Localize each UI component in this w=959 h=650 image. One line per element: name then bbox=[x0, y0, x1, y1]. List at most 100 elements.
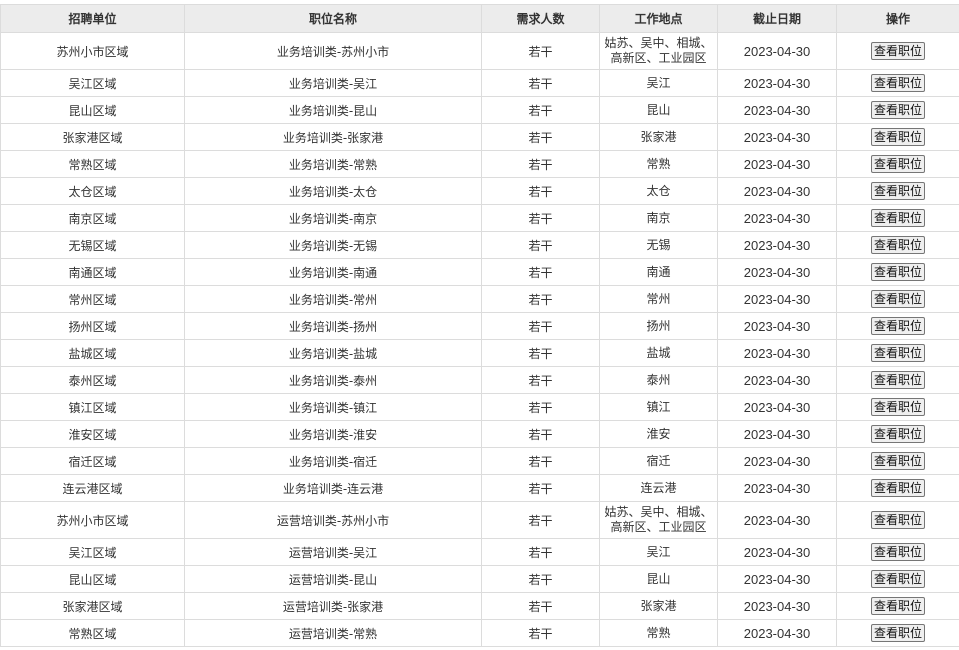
cell-action: 查看职位 bbox=[836, 474, 959, 502]
view-position-button[interactable]: 查看职位 bbox=[870, 398, 925, 416]
cell-action: 查看职位 bbox=[836, 231, 959, 259]
view-position-button[interactable]: 查看职位 bbox=[870, 597, 925, 615]
cell-unit: 太仓区域 bbox=[0, 177, 185, 205]
cell-unit: 昆山区域 bbox=[0, 96, 185, 124]
cell-position: 业务培训类-南京 bbox=[184, 204, 482, 232]
cell-count: 若干 bbox=[481, 339, 600, 367]
cell-location: 无锡 bbox=[599, 231, 718, 259]
view-position-button[interactable]: 查看职位 bbox=[870, 290, 925, 308]
location-line-2: 高新区、工业园区 bbox=[610, 520, 707, 534]
table-row: 宿迁区域 业务培训类-宿迁 若干 宿迁 2023-04-30 查看职位 bbox=[0, 447, 959, 475]
cell-position: 业务培训类-常熟 bbox=[184, 150, 482, 178]
cell-unit: 张家港区域 bbox=[0, 592, 185, 620]
cell-position: 业务培训类-南通 bbox=[184, 258, 482, 286]
view-position-button[interactable]: 查看职位 bbox=[870, 570, 925, 588]
cell-position: 业务培训类-无锡 bbox=[184, 231, 482, 259]
view-position-button[interactable]: 查看职位 bbox=[870, 479, 925, 497]
view-position-button[interactable]: 查看职位 bbox=[870, 624, 925, 642]
cell-unit: 无锡区域 bbox=[0, 231, 185, 259]
cell-count: 若干 bbox=[481, 565, 600, 593]
cell-position: 业务培训类-吴江 bbox=[184, 69, 482, 97]
cell-count: 若干 bbox=[481, 592, 600, 620]
header-deadline: 截止日期 bbox=[717, 4, 837, 33]
cell-position: 业务培训类-泰州 bbox=[184, 366, 482, 394]
cell-action: 查看职位 bbox=[836, 69, 959, 97]
cell-unit: 宿迁区域 bbox=[0, 447, 185, 475]
cell-unit: 张家港区域 bbox=[0, 123, 185, 151]
view-position-button[interactable]: 查看职位 bbox=[870, 452, 925, 470]
cell-location: 吴江 bbox=[599, 69, 718, 97]
cell-unit: 镇江区域 bbox=[0, 393, 185, 421]
cell-location: 泰州 bbox=[599, 366, 718, 394]
cell-location: 常熟 bbox=[599, 150, 718, 178]
cell-action: 查看职位 bbox=[836, 258, 959, 286]
table-row: 泰州区域 业务培训类-泰州 若干 泰州 2023-04-30 查看职位 bbox=[0, 366, 959, 394]
view-position-button[interactable]: 查看职位 bbox=[870, 317, 925, 335]
location-line-1: 姑苏、吴中、相城、 bbox=[604, 505, 713, 519]
view-position-button[interactable]: 查看职位 bbox=[870, 209, 925, 227]
location-line-1: 昆山 bbox=[646, 102, 671, 117]
header-action: 操作 bbox=[836, 4, 959, 33]
location-line-1: 吴江 bbox=[646, 544, 671, 559]
cell-location: 宿迁 bbox=[599, 447, 718, 475]
cell-unit: 扬州区域 bbox=[0, 312, 185, 340]
cell-count: 若干 bbox=[481, 123, 600, 151]
table-row: 镇江区域 业务培训类-镇江 若干 镇江 2023-04-30 查看职位 bbox=[0, 393, 959, 421]
view-position-button[interactable]: 查看职位 bbox=[870, 128, 925, 146]
location-line-1: 镇江 bbox=[646, 399, 671, 414]
location-line-1: 宿迁 bbox=[646, 453, 671, 468]
cell-location: 昆山 bbox=[599, 565, 718, 593]
table-row: 张家港区域 业务培训类-张家港 若干 张家港 2023-04-30 查看职位 bbox=[0, 123, 959, 151]
location-line-1: 常熟 bbox=[646, 625, 671, 640]
cell-count: 若干 bbox=[481, 501, 600, 539]
view-position-button[interactable]: 查看职位 bbox=[870, 344, 925, 362]
view-position-button[interactable]: 查看职位 bbox=[870, 511, 925, 529]
location-line-1: 无锡 bbox=[646, 237, 671, 252]
location-line-1: 太仓 bbox=[646, 183, 671, 198]
cell-count: 若干 bbox=[481, 96, 600, 124]
view-position-button[interactable]: 查看职位 bbox=[870, 425, 925, 443]
cell-deadline: 2023-04-30 bbox=[717, 312, 837, 340]
header-unit: 招聘单位 bbox=[0, 4, 185, 33]
cell-count: 若干 bbox=[481, 258, 600, 286]
table-row: 扬州区域 业务培训类-扬州 若干 扬州 2023-04-30 查看职位 bbox=[0, 312, 959, 340]
table-row: 南京区域 业务培训类-南京 若干 南京 2023-04-30 查看职位 bbox=[0, 204, 959, 232]
cell-position: 业务培训类-盐城 bbox=[184, 339, 482, 367]
cell-unit: 昆山区域 bbox=[0, 565, 185, 593]
cell-position: 业务培训类-淮安 bbox=[184, 420, 482, 448]
view-position-button[interactable]: 查看职位 bbox=[870, 42, 925, 60]
location-line-1: 常州 bbox=[646, 291, 671, 306]
location-line-2: 高新区、工业园区 bbox=[610, 51, 707, 65]
cell-unit: 南通区域 bbox=[0, 258, 185, 286]
cell-count: 若干 bbox=[481, 312, 600, 340]
location-line-1: 淮安 bbox=[646, 426, 671, 441]
table-row: 吴江区域 运营培训类-吴江 若干 吴江 2023-04-30 查看职位 bbox=[0, 538, 959, 566]
location-line-1: 张家港 bbox=[640, 129, 677, 144]
cell-action: 查看职位 bbox=[836, 177, 959, 205]
location-line-1: 南京 bbox=[646, 210, 671, 225]
header-position: 职位名称 bbox=[184, 4, 482, 33]
cell-location: 姑苏、吴中、相城、 高新区、工业园区 bbox=[599, 32, 718, 70]
cell-count: 若干 bbox=[481, 366, 600, 394]
location-line-1: 常熟 bbox=[646, 156, 671, 171]
table-row: 盐城区域 业务培训类-盐城 若干 盐城 2023-04-30 查看职位 bbox=[0, 339, 959, 367]
view-position-button[interactable]: 查看职位 bbox=[870, 101, 925, 119]
view-position-button[interactable]: 查看职位 bbox=[870, 74, 925, 92]
view-position-button[interactable]: 查看职位 bbox=[870, 543, 925, 561]
cell-action: 查看职位 bbox=[836, 366, 959, 394]
view-position-button[interactable]: 查看职位 bbox=[870, 182, 925, 200]
cell-action: 查看职位 bbox=[836, 501, 959, 539]
view-position-button[interactable]: 查看职位 bbox=[870, 236, 925, 254]
cell-position: 业务培训类-宿迁 bbox=[184, 447, 482, 475]
cell-action: 查看职位 bbox=[836, 420, 959, 448]
table-row: 苏州小市区域 业务培训类-苏州小市 若干 姑苏、吴中、相城、 高新区、工业园区 2023-… bbox=[0, 32, 959, 70]
cell-action: 查看职位 bbox=[836, 312, 959, 340]
view-position-button[interactable]: 查看职位 bbox=[870, 155, 925, 173]
location-line-1: 吴江 bbox=[646, 75, 671, 90]
cell-count: 若干 bbox=[481, 177, 600, 205]
cell-position: 业务培训类-镇江 bbox=[184, 393, 482, 421]
cell-count: 若干 bbox=[481, 420, 600, 448]
view-position-button[interactable]: 查看职位 bbox=[870, 263, 925, 281]
location-line-1: 连云港 bbox=[640, 480, 677, 495]
view-position-button[interactable]: 查看职位 bbox=[870, 371, 925, 389]
